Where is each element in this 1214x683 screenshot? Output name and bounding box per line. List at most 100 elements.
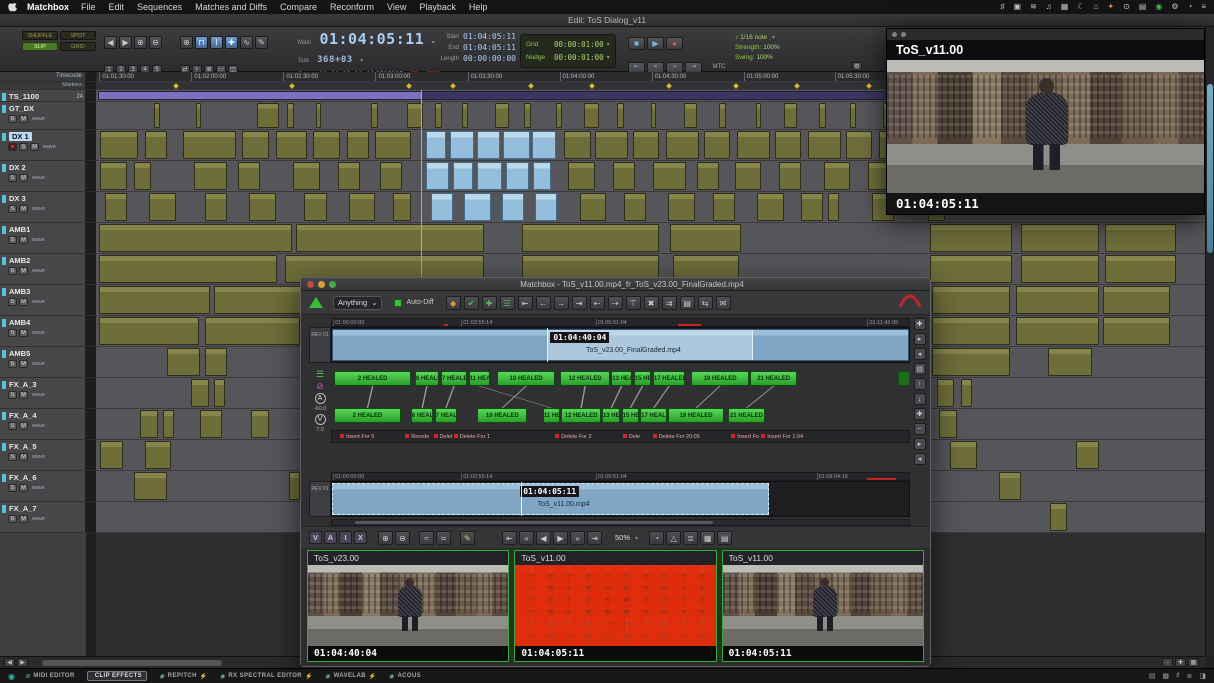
menubar-menu-item[interactable]: Compare	[280, 2, 317, 12]
mute-button[interactable]: M	[19, 267, 28, 275]
matchbox-side-button[interactable]: ▤	[914, 363, 926, 375]
track-name[interactable]: FX_A_6	[9, 473, 37, 482]
diff-marker[interactable]: Delete For 2	[555, 434, 591, 440]
audio-clip[interactable]	[775, 131, 802, 159]
menubar-menu-item[interactable]: Sequences	[137, 2, 182, 12]
track-header[interactable]: DX 1●SMwave	[0, 130, 86, 161]
mute-button[interactable]: M	[19, 298, 28, 306]
view-mode-button[interactable]: V	[309, 531, 322, 544]
healed-match-block[interactable]: 17 HEALED	[653, 371, 685, 386]
marker-icon[interactable]	[406, 83, 412, 89]
video-window-titlebar[interactable]	[887, 29, 1204, 40]
menubar-menu-item[interactable]: Edit	[109, 2, 125, 12]
track-view-selector[interactable]: wave	[32, 423, 45, 429]
zoom-control-button[interactable]: −	[1162, 658, 1173, 667]
audio-clip[interactable]	[1050, 503, 1068, 531]
chevron-down-icon[interactable]: ▾	[360, 58, 363, 64]
audio-clip[interactable]	[1105, 255, 1176, 283]
track-header[interactable]: DX 2SMwave	[0, 161, 86, 192]
menubar-menu-item[interactable]: Matches and Diffs	[195, 2, 267, 12]
audio-clip[interactable]	[697, 162, 719, 190]
matchbox-scrollbar[interactable]	[331, 519, 910, 526]
audio-clip[interactable]	[477, 131, 499, 159]
menubar-menu-item[interactable]: View	[387, 2, 406, 12]
transport-button[interactable]: ●	[666, 37, 683, 50]
audio-clip[interactable]	[668, 193, 695, 221]
transport-button[interactable]: ▶	[647, 37, 664, 50]
audio-clip[interactable]	[194, 162, 227, 190]
solo-button[interactable]: S	[8, 515, 17, 523]
audio-clip[interactable]	[556, 103, 562, 128]
audio-clip[interactable]	[533, 162, 551, 190]
solo-button[interactable]: S	[8, 298, 17, 306]
audio-clip[interactable]	[535, 193, 557, 221]
horizontal-scrollbar-thumb[interactable]	[42, 660, 222, 666]
diff-marker-track[interactable]: Insert For 9ReordeDeletDelete For 1Delet…	[331, 430, 910, 443]
chevron-down-icon[interactable]: ▾	[772, 35, 775, 41]
link-button[interactable]: ≍	[436, 531, 451, 545]
track-header[interactable]: FX_A_3SMwave	[0, 378, 86, 409]
audio-clip[interactable]	[313, 131, 340, 159]
healed-match-block[interactable]: 15 HEALED	[634, 371, 651, 386]
audio-clip[interactable]	[939, 410, 957, 438]
healed-match-block[interactable]: 10 HEALED	[497, 371, 555, 386]
healed-match-block[interactable]: 7 HEALED	[441, 371, 467, 386]
track-header[interactable]: AMB4SMwave	[0, 316, 86, 347]
matchbox-side-button[interactable]: ✚	[914, 408, 926, 420]
diff-marker[interactable]: Insert For 1:04	[761, 434, 803, 440]
prev-diff-button[interactable]: ⇠	[590, 296, 605, 310]
swap-versions-button[interactable]: ⇆	[698, 296, 713, 310]
audio-clip[interactable]	[950, 441, 977, 469]
audio-clip[interactable]	[1105, 224, 1176, 252]
start-value[interactable]: 01:04:05:11	[463, 32, 516, 41]
status-app-icon[interactable]: ◉	[8, 672, 15, 681]
zoom-control-button[interactable]: ▦	[1188, 658, 1199, 667]
audio-clip[interactable]	[140, 410, 158, 438]
audio-clip[interactable]	[375, 131, 410, 159]
track-header[interactable]: FX_A_6SMwave	[0, 471, 86, 502]
audio-clip[interactable]	[214, 286, 303, 314]
matchbox-transport-button[interactable]: ⇤	[502, 531, 517, 545]
menubar-status-icon[interactable]: ◔	[1187, 0, 1192, 14]
audio-clip[interactable]	[287, 103, 295, 128]
audio-clip[interactable]	[134, 162, 152, 190]
menubar-status-icon[interactable]: ⚙	[1171, 0, 1178, 14]
audio-clip[interactable]	[666, 131, 699, 159]
mute-button[interactable]: M	[19, 515, 28, 523]
audio-clip[interactable]	[503, 131, 530, 159]
track-view-selector[interactable]: wave	[32, 237, 45, 243]
healed-match-block[interactable]: 6 HEALED	[415, 371, 439, 386]
solo-button[interactable]: S	[8, 267, 17, 275]
spot-button[interactable]: ⊤	[626, 296, 641, 310]
track-view-selector[interactable]: wave	[32, 175, 45, 181]
display-option-button[interactable]: ◔	[649, 531, 664, 545]
audio-clip[interactable]	[756, 103, 762, 128]
audio-clip[interactable]	[100, 441, 122, 469]
length-value[interactable]: 00:00:00:00	[463, 54, 516, 63]
track-name[interactable]: FX_A_7	[9, 504, 37, 513]
audio-clip[interactable]	[704, 131, 731, 159]
menubar-menu-item[interactable]: Help	[469, 2, 488, 12]
audio-clip[interactable]	[801, 193, 823, 221]
view-mode-button[interactable]: X	[354, 531, 367, 544]
audio-clip[interactable]	[506, 162, 528, 190]
audio-clip[interactable]	[532, 131, 556, 159]
track-name[interactable]: DX 3	[9, 194, 26, 203]
statusbar-icon[interactable]: ▦	[1162, 672, 1169, 680]
matchbox-playhead[interactable]	[521, 482, 522, 516]
healed-match-block[interactable]: 12 HEALED	[560, 371, 610, 386]
audio-clip[interactable]	[670, 224, 741, 252]
healed-match-block[interactable]: 13 HEALED	[611, 371, 632, 386]
audio-clip[interactable]	[568, 162, 595, 190]
audio-clip[interactable]	[145, 441, 172, 469]
comparison-thumbnail[interactable]: ToS_v23.00 01:04:40:04	[307, 550, 509, 662]
healed-match-block[interactable]	[898, 371, 910, 386]
audio-clip[interactable]	[653, 162, 686, 190]
video-clip[interactable]: 01:04:05:11 ToS_v11.00.mp4	[332, 483, 769, 515]
audio-clip[interactable]	[205, 348, 227, 376]
diff-marker[interactable]: Delete For 1	[454, 434, 490, 440]
ignore-icon[interactable]: ⊘	[316, 381, 324, 391]
track-view-selector[interactable]: wave	[32, 268, 45, 274]
audio-clip[interactable]	[999, 472, 1021, 500]
track-view-selector[interactable]: wave	[32, 330, 45, 336]
